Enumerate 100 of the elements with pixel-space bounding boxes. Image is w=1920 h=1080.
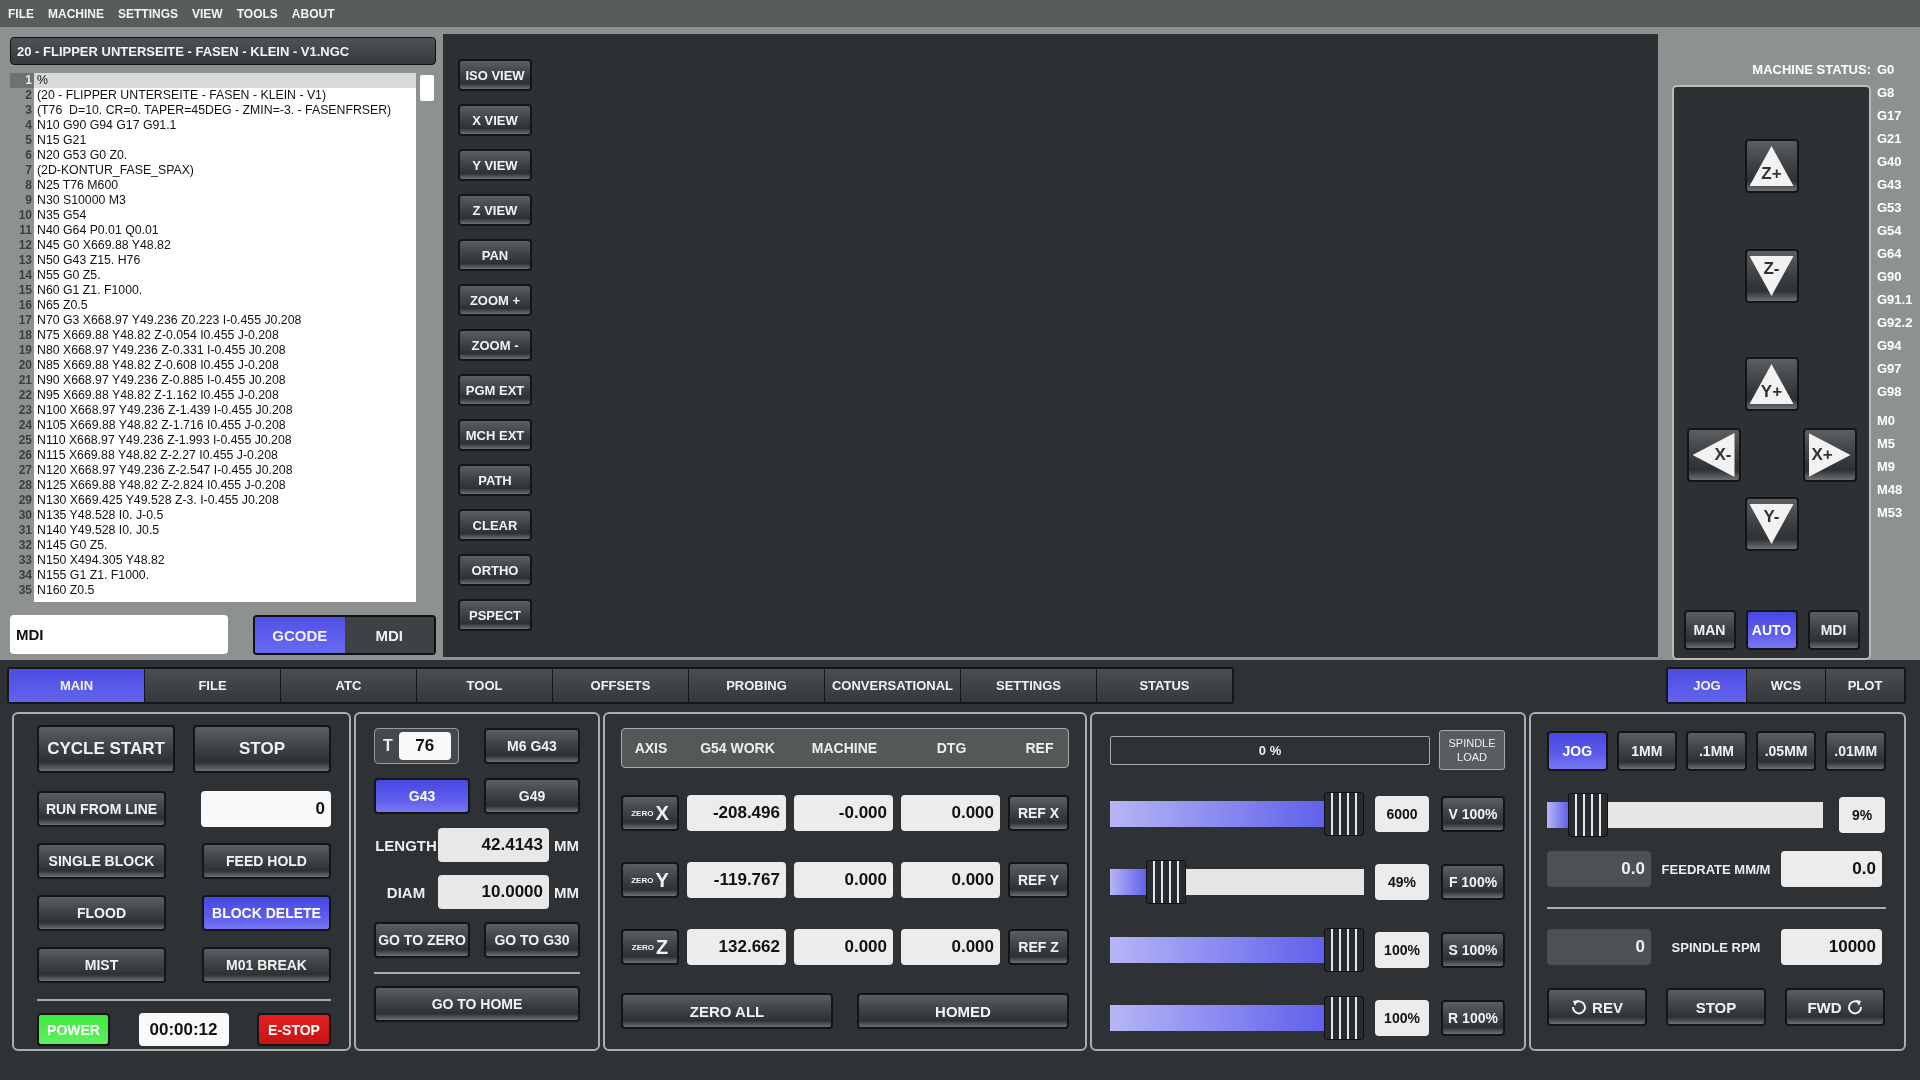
axis-arrow-button[interactable]: X+: [1802, 428, 1857, 482]
code-line[interactable]: N60 G1 Z1. F1000.: [34, 283, 416, 298]
code-line[interactable]: N55 G0 Z5.: [34, 268, 416, 283]
control-button[interactable]: BLOCK DELETE: [202, 895, 331, 931]
view-button[interactable]: Z VIEW: [458, 194, 532, 226]
jog-increment-button[interactable]: JOG: [1547, 731, 1608, 771]
code-line[interactable]: N80 X668.97 Y49.236 Z-0.331 I-0.455 J0.208: [34, 343, 416, 358]
mode-tab[interactable]: GCODE: [255, 617, 345, 653]
jog-increment-button[interactable]: .1MM: [1686, 731, 1747, 771]
tool-change-button[interactable]: M6 G43: [484, 728, 580, 764]
mode-button[interactable]: MDI: [1807, 610, 1860, 650]
code-line[interactable]: N105 X669.88 Y48.82 Z-1.716 I0.455 J-0.208: [34, 418, 416, 433]
menu-item[interactable]: VIEW: [192, 6, 223, 21]
tab[interactable]: SETTINGS: [961, 669, 1096, 702]
spindle-button[interactable]: STOP: [1666, 988, 1766, 1026]
slider-handle[interactable]: [1324, 792, 1364, 836]
tab[interactable]: PLOT: [1826, 669, 1904, 702]
tab[interactable]: TOOL: [417, 669, 552, 702]
control-button[interactable]: M01 BREAK: [202, 947, 331, 983]
code-line[interactable]: N10 G90 G94 G17 G91.1: [34, 118, 416, 133]
code-line[interactable]: N140 Y49.528 I0. J0.5: [34, 523, 416, 538]
offset-button[interactable]: G49: [484, 778, 580, 814]
menu-item[interactable]: FILE: [8, 6, 34, 21]
code-line[interactable]: N130 X669.425 Y49.528 Z-3. I-0.455 J0.208: [34, 493, 416, 508]
control-button[interactable]: FLOOD: [37, 895, 166, 931]
control-button[interactable]: STOP: [193, 725, 331, 773]
override-reset-button[interactable]: V 100%: [1441, 796, 1505, 832]
axis-arrow-button[interactable]: Y+: [1744, 357, 1799, 411]
control-button[interactable]: RUN FROM LINE: [37, 791, 166, 827]
override-reset-button[interactable]: R 100%: [1441, 1000, 1505, 1036]
tab[interactable]: OFFSETS: [553, 669, 688, 702]
tab[interactable]: STATUS: [1097, 669, 1232, 702]
code-line[interactable]: (T76 D=10. CR=0. TAPER=45DEG - ZMIN=-3. - FASENFRSER): [34, 103, 416, 118]
axis-arrow-button[interactable]: X-: [1686, 428, 1741, 482]
menu-item[interactable]: TOOLS: [236, 6, 278, 21]
code-line[interactable]: N100 X668.97 Y49.236 Z-1.439 I-0.455 J0.208: [34, 403, 416, 418]
code-line[interactable]: (2D-KONTUR_FASE_SPAX): [34, 163, 416, 178]
slider-handle[interactable]: [1568, 793, 1609, 837]
axis-arrow-button[interactable]: Y-: [1744, 497, 1799, 551]
code-line[interactable]: N15 G21: [34, 133, 416, 148]
code-line[interactable]: N145 G0 Z5.: [34, 538, 416, 553]
position-button[interactable]: ZERO ALL: [621, 993, 833, 1029]
code-line[interactable]: N40 G64 P0.01 Q0.01: [34, 223, 416, 238]
goto-button[interactable]: GO TO ZERO: [374, 922, 470, 958]
scrollbar-thumb[interactable]: [420, 75, 434, 101]
slider-handle[interactable]: [1324, 928, 1364, 972]
axis-arrow-button[interactable]: Z+: [1744, 139, 1799, 193]
ref-button[interactable]: REF X: [1008, 795, 1069, 831]
tab[interactable]: WCS: [1747, 669, 1825, 702]
slider-handle[interactable]: [1324, 996, 1364, 1040]
override-reset-button[interactable]: S 100%: [1441, 932, 1505, 968]
view-button[interactable]: ORTHO: [458, 554, 532, 586]
code-line[interactable]: N155 G1 Z1. F1000.: [34, 568, 416, 583]
mode-tab[interactable]: MDI: [344, 617, 434, 653]
override-reset-button[interactable]: F 100%: [1441, 864, 1505, 900]
goto-button[interactable]: GO TO G30: [484, 922, 580, 958]
view-button[interactable]: ZOOM -: [458, 329, 532, 361]
offset-button[interactable]: G43: [374, 778, 470, 814]
slider-handle[interactable]: [1146, 860, 1187, 904]
ref-button[interactable]: REF Y: [1008, 862, 1069, 898]
view-button[interactable]: PAN: [458, 239, 532, 271]
home-button[interactable]: GO TO HOME: [374, 986, 580, 1022]
menu-item[interactable]: SETTINGS: [118, 6, 178, 21]
control-button[interactable]: SINGLE BLOCK: [37, 843, 166, 879]
code-line[interactable]: N30 S10000 M3: [34, 193, 416, 208]
control-button[interactable]: CYCLE START: [37, 725, 175, 773]
preview-viewport[interactable]: ISO VIEW X VIEW Y VIEW Z VIEW PAN ZOOM + ZOOM - PGM EXT MCH EXT PATH CLEAR ORTHO PSPECT: [443, 34, 1658, 657]
view-button[interactable]: X VIEW: [458, 104, 532, 136]
code-line[interactable]: N115 X669.88 Y48.82 Z-2.27 I0.455 J-0.208: [34, 448, 416, 463]
code-line[interactable]: N50 G43 Z15. H76: [34, 253, 416, 268]
tab[interactable]: FILE: [145, 669, 280, 702]
view-button[interactable]: ZOOM +: [458, 284, 532, 316]
code-line[interactable]: N45 G0 X669.88 Y48.82: [34, 238, 416, 253]
jog-increment-button[interactable]: .05MM: [1755, 731, 1817, 771]
code-editor[interactable]: [34, 73, 416, 602]
view-button[interactable]: CLEAR: [458, 509, 532, 541]
code-line[interactable]: N75 X669.88 Y48.82 Z-0.054 I0.455 J-0.208: [34, 328, 416, 343]
estop-button[interactable]: E-STOP: [257, 1013, 331, 1046]
code-line[interactable]: N90 X668.97 Y49.236 Z-0.885 I-0.455 J0.208: [34, 373, 416, 388]
mode-button[interactable]: AUTO: [1745, 610, 1798, 650]
code-line[interactable]: (20 - FLIPPER UNTERSEITE - FASEN - KLEIN - V1): [34, 88, 416, 103]
code-line[interactable]: N35 G54: [34, 208, 416, 223]
menu-item[interactable]: MACHINE: [48, 6, 104, 21]
control-button[interactable]: MIST: [37, 947, 166, 983]
code-line[interactable]: N65 Z0.5: [34, 298, 416, 313]
code-line[interactable]: N135 Y48.528 I0. J-0.5: [34, 508, 416, 523]
view-button[interactable]: PATH: [458, 464, 532, 496]
jog-increment-button[interactable]: 1MM: [1616, 731, 1678, 771]
spindle-button[interactable]: FWD: [1785, 988, 1885, 1026]
code-line[interactable]: N120 X668.97 Y49.236 Z-2.547 I-0.455 J0.208: [34, 463, 416, 478]
code-line[interactable]: N95 X669.88 Y48.82 Z-1.162 I0.455 J-0.208: [34, 388, 416, 403]
view-button[interactable]: ISO VIEW: [458, 59, 532, 91]
view-button[interactable]: PGM EXT: [458, 374, 532, 406]
ref-button[interactable]: REF Z: [1008, 929, 1069, 965]
code-line[interactable]: N85 X669.88 Y48.82 Z-0.608 I0.455 J-0.208: [34, 358, 416, 373]
tab[interactable]: CONVERSATIONAL: [825, 669, 960, 702]
mode-button[interactable]: MAN: [1683, 610, 1736, 650]
control-button[interactable]: FEED HOLD: [202, 843, 331, 879]
spindle-button[interactable]: REV: [1547, 988, 1647, 1026]
tab[interactable]: JOG: [1668, 669, 1746, 702]
